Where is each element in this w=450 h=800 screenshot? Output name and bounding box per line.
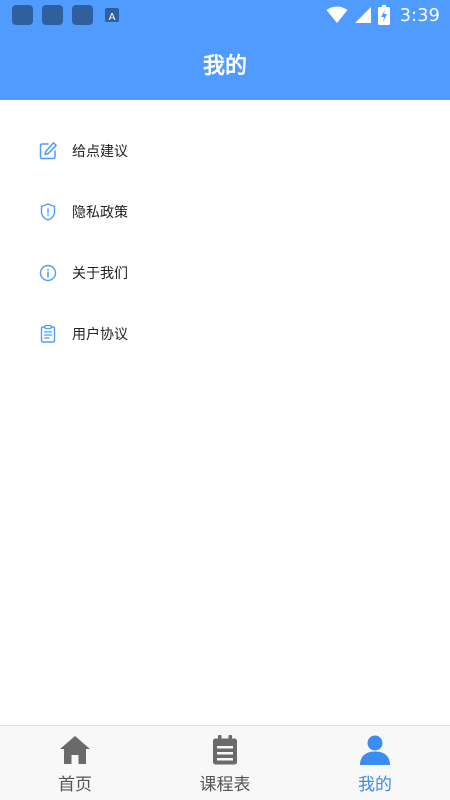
notification-icon: [72, 5, 93, 25]
home-icon: [58, 734, 92, 766]
app-header: A 3:39 我的: [0, 0, 450, 100]
signal-icon: [354, 7, 371, 23]
svg-text:A: A: [109, 12, 116, 23]
tab-label: 首页: [58, 775, 92, 795]
info-icon: [38, 263, 58, 283]
battery-icon: [377, 5, 390, 25]
tab-home[interactable]: 首页: [0, 726, 150, 800]
wifi-icon: [326, 6, 348, 23]
shield-icon: [38, 202, 58, 222]
menu-item-label: 关于我们: [72, 265, 128, 282]
settings-menu: 给点建议 隐私政策 关于我们 用户协议: [0, 120, 450, 364]
notification-icon: [42, 5, 63, 25]
menu-item-label: 隐私政策: [72, 204, 128, 221]
font-icon: A: [109, 12, 116, 23]
menu-item-feedback[interactable]: 给点建议: [0, 120, 450, 181]
page-title: 我的: [202, 54, 247, 79]
menu-item-user-agreement[interactable]: 用户协议: [0, 303, 450, 364]
status-right: 3:39: [326, 3, 440, 27]
edit-icon: [38, 141, 58, 161]
tab-schedule[interactable]: 课程表: [150, 726, 300, 800]
clipboard-icon: [38, 324, 58, 344]
tab-label: 我的: [358, 775, 392, 795]
tab-label: 课程表: [199, 775, 251, 795]
app-notification-icon: A: [105, 8, 119, 23]
bottom-nav: 首页 课程表 我的: [0, 725, 450, 800]
menu-item-label: 用户协议: [72, 326, 128, 343]
clock: 3:39: [399, 4, 440, 26]
user-icon: [358, 734, 392, 766]
tab-profile[interactable]: 我的: [300, 726, 450, 800]
status-bar: A 3:39: [0, 0, 450, 30]
notification-icon: [12, 5, 33, 25]
menu-item-privacy-policy[interactable]: 隐私政策: [0, 181, 450, 242]
menu-item-label: 给点建议: [72, 143, 128, 160]
calendar-icon: [208, 734, 242, 766]
menu-item-about-us[interactable]: 关于我们: [0, 242, 450, 303]
